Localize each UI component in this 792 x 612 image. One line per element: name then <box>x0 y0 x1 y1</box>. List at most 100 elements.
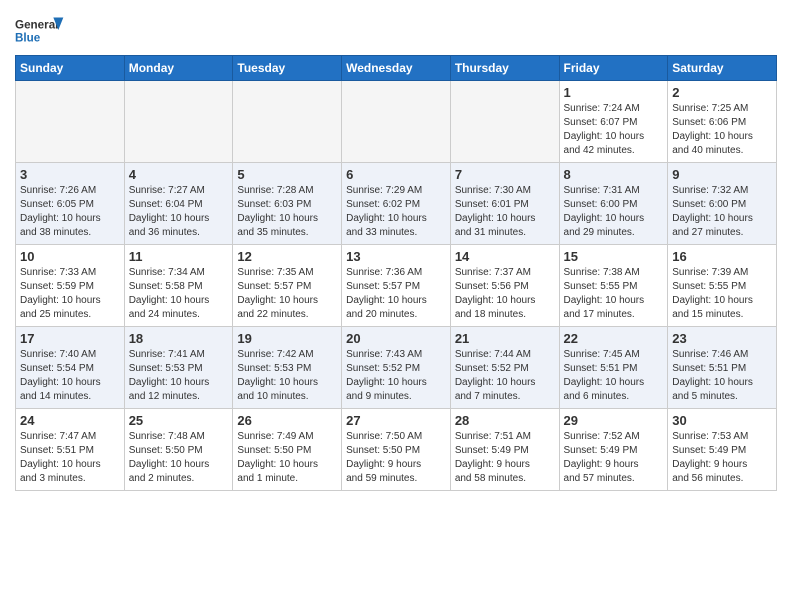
day-info: Sunrise: 7:39 AM Sunset: 5:55 PM Dayligh… <box>672 266 772 322</box>
calendar-cell: 25 Sunrise: 7:48 AM Sunset: 5:50 PM Dayli… <box>124 409 233 491</box>
day-number: 14 <box>455 249 555 264</box>
calendar-cell: 15 Sunrise: 7:38 AM Sunset: 5:55 PM Dayli… <box>559 245 668 327</box>
day-number: 19 <box>237 331 337 346</box>
day-number: 17 <box>20 331 120 346</box>
day-info: Sunrise: 7:49 AM Sunset: 5:50 PM Dayligh… <box>237 430 337 486</box>
day-info: Sunrise: 7:37 AM Sunset: 5:56 PM Dayligh… <box>455 266 555 322</box>
calendar-cell: 28Sunrise: 7:51 AM Sunset: 5:49 PM Dayli… <box>450 409 559 491</box>
weekday-header: Friday <box>559 56 668 81</box>
calendar-cell <box>16 81 125 163</box>
calendar-cell <box>124 81 233 163</box>
day-info: Sunrise: 7:50 AM Sunset: 5:50 PM Dayligh… <box>346 430 446 486</box>
day-info: Sunrise: 7:52 AM Sunset: 5:49 PM Dayligh… <box>564 430 664 486</box>
calendar-cell: 11Sunrise: 7:34 AM Sunset: 5:58 PM Dayli… <box>124 245 233 327</box>
day-number: 3 <box>20 167 120 182</box>
calendar-week-row: 24 Sunrise: 7:47 AM Sunset: 5:51 PM Dayli… <box>16 409 777 491</box>
weekday-header: Monday <box>124 56 233 81</box>
calendar-cell: 29Sunrise: 7:52 AM Sunset: 5:49 PM Dayli… <box>559 409 668 491</box>
day-number: 15 <box>564 249 664 264</box>
calendar-week-row: 3 Sunrise: 7:26 AM Sunset: 6:05 PM Daylig… <box>16 163 777 245</box>
logo: GeneralBlue <box>15 10 65 50</box>
svg-text:General: General <box>15 18 58 31</box>
day-info: Sunrise: 7:33 AM Sunset: 5:59 PM Dayligh… <box>20 266 120 322</box>
day-info: Sunrise: 7:47 AM Sunset: 5:51 PM Dayligh… <box>20 430 120 486</box>
header: GeneralBlue <box>15 10 777 50</box>
day-info: Sunrise: 7:53 AM Sunset: 5:49 PM Dayligh… <box>672 430 772 486</box>
day-number: 23 <box>672 331 772 346</box>
day-number: 12 <box>237 249 337 264</box>
calendar-cell: 8 Sunrise: 7:31 AM Sunset: 6:00 PM Daylig… <box>559 163 668 245</box>
day-info: Sunrise: 7:36 AM Sunset: 5:57 PM Dayligh… <box>346 266 446 322</box>
day-number: 5 <box>237 167 337 182</box>
weekday-header: Thursday <box>450 56 559 81</box>
calendar-cell: 16Sunrise: 7:39 AM Sunset: 5:55 PM Dayli… <box>668 245 777 327</box>
calendar-cell: 14 Sunrise: 7:37 AM Sunset: 5:56 PM Dayli… <box>450 245 559 327</box>
day-info: Sunrise: 7:26 AM Sunset: 6:05 PM Dayligh… <box>20 184 120 240</box>
day-number: 7 <box>455 167 555 182</box>
svg-text:Blue: Blue <box>15 32 41 45</box>
day-number: 18 <box>129 331 229 346</box>
calendar-week-row: 1 Sunrise: 7:24 AM Sunset: 6:07 PM Daylig… <box>16 81 777 163</box>
day-info: Sunrise: 7:41 AM Sunset: 5:53 PM Dayligh… <box>129 348 229 404</box>
day-number: 10 <box>20 249 120 264</box>
day-info: Sunrise: 7:32 AM Sunset: 6:00 PM Dayligh… <box>672 184 772 240</box>
weekday-header: Sunday <box>16 56 125 81</box>
calendar-cell: 3 Sunrise: 7:26 AM Sunset: 6:05 PM Daylig… <box>16 163 125 245</box>
day-info: Sunrise: 7:28 AM Sunset: 6:03 PM Dayligh… <box>237 184 337 240</box>
calendar-cell: 5 Sunrise: 7:28 AM Sunset: 6:03 PM Daylig… <box>233 163 342 245</box>
calendar-cell: 10 Sunrise: 7:33 AM Sunset: 5:59 PM Dayli… <box>16 245 125 327</box>
weekday-header-row: SundayMondayTuesdayWednesdayThursdayFrid… <box>16 56 777 81</box>
day-number: 4 <box>129 167 229 182</box>
calendar-cell: 26 Sunrise: 7:49 AM Sunset: 5:50 PM Dayli… <box>233 409 342 491</box>
calendar-cell: 4 Sunrise: 7:27 AM Sunset: 6:04 PM Daylig… <box>124 163 233 245</box>
day-number: 8 <box>564 167 664 182</box>
weekday-header: Wednesday <box>342 56 451 81</box>
day-number: 30 <box>672 413 772 428</box>
calendar-cell <box>450 81 559 163</box>
day-number: 22 <box>564 331 664 346</box>
day-info: Sunrise: 7:30 AM Sunset: 6:01 PM Dayligh… <box>455 184 555 240</box>
day-info: Sunrise: 7:42 AM Sunset: 5:53 PM Dayligh… <box>237 348 337 404</box>
day-number: 26 <box>237 413 337 428</box>
calendar-cell <box>233 81 342 163</box>
calendar-cell: 17Sunrise: 7:40 AM Sunset: 5:54 PM Dayli… <box>16 327 125 409</box>
calendar-week-row: 10 Sunrise: 7:33 AM Sunset: 5:59 PM Dayli… <box>16 245 777 327</box>
day-number: 28 <box>455 413 555 428</box>
calendar-cell: 24 Sunrise: 7:47 AM Sunset: 5:51 PM Dayli… <box>16 409 125 491</box>
calendar-week-row: 17Sunrise: 7:40 AM Sunset: 5:54 PM Dayli… <box>16 327 777 409</box>
page-container: GeneralBlue SundayMondayTuesdayWednesday… <box>0 0 792 496</box>
day-info: Sunrise: 7:27 AM Sunset: 6:04 PM Dayligh… <box>129 184 229 240</box>
day-number: 13 <box>346 249 446 264</box>
logo-svg: GeneralBlue <box>15 10 65 50</box>
day-info: Sunrise: 7:43 AM Sunset: 5:52 PM Dayligh… <box>346 348 446 404</box>
calendar-table: SundayMondayTuesdayWednesdayThursdayFrid… <box>15 55 777 491</box>
day-info: Sunrise: 7:31 AM Sunset: 6:00 PM Dayligh… <box>564 184 664 240</box>
day-info: Sunrise: 7:46 AM Sunset: 5:51 PM Dayligh… <box>672 348 772 404</box>
day-info: Sunrise: 7:38 AM Sunset: 5:55 PM Dayligh… <box>564 266 664 322</box>
calendar-cell: 22 Sunrise: 7:45 AM Sunset: 5:51 PM Dayli… <box>559 327 668 409</box>
day-number: 6 <box>346 167 446 182</box>
day-number: 1 <box>564 85 664 100</box>
day-info: Sunrise: 7:45 AM Sunset: 5:51 PM Dayligh… <box>564 348 664 404</box>
calendar-cell: 9 Sunrise: 7:32 AM Sunset: 6:00 PM Daylig… <box>668 163 777 245</box>
weekday-header: Tuesday <box>233 56 342 81</box>
day-number: 21 <box>455 331 555 346</box>
calendar-cell: 13 Sunrise: 7:36 AM Sunset: 5:57 PM Dayli… <box>342 245 451 327</box>
day-number: 25 <box>129 413 229 428</box>
day-info: Sunrise: 7:44 AM Sunset: 5:52 PM Dayligh… <box>455 348 555 404</box>
day-number: 27 <box>346 413 446 428</box>
day-number: 2 <box>672 85 772 100</box>
calendar-cell: 20Sunrise: 7:43 AM Sunset: 5:52 PM Dayli… <box>342 327 451 409</box>
calendar-cell: 7 Sunrise: 7:30 AM Sunset: 6:01 PM Daylig… <box>450 163 559 245</box>
day-info: Sunrise: 7:48 AM Sunset: 5:50 PM Dayligh… <box>129 430 229 486</box>
day-number: 9 <box>672 167 772 182</box>
calendar-cell: 1 Sunrise: 7:24 AM Sunset: 6:07 PM Daylig… <box>559 81 668 163</box>
calendar-cell: 21 Sunrise: 7:44 AM Sunset: 5:52 PM Dayli… <box>450 327 559 409</box>
calendar-cell: 27 Sunrise: 7:50 AM Sunset: 5:50 PM Dayli… <box>342 409 451 491</box>
calendar-cell: 30 Sunrise: 7:53 AM Sunset: 5:49 PM Dayli… <box>668 409 777 491</box>
day-info: Sunrise: 7:24 AM Sunset: 6:07 PM Dayligh… <box>564 102 664 158</box>
day-number: 24 <box>20 413 120 428</box>
day-info: Sunrise: 7:25 AM Sunset: 6:06 PM Dayligh… <box>672 102 772 158</box>
calendar-cell: 2 Sunrise: 7:25 AM Sunset: 6:06 PM Daylig… <box>668 81 777 163</box>
weekday-header: Saturday <box>668 56 777 81</box>
